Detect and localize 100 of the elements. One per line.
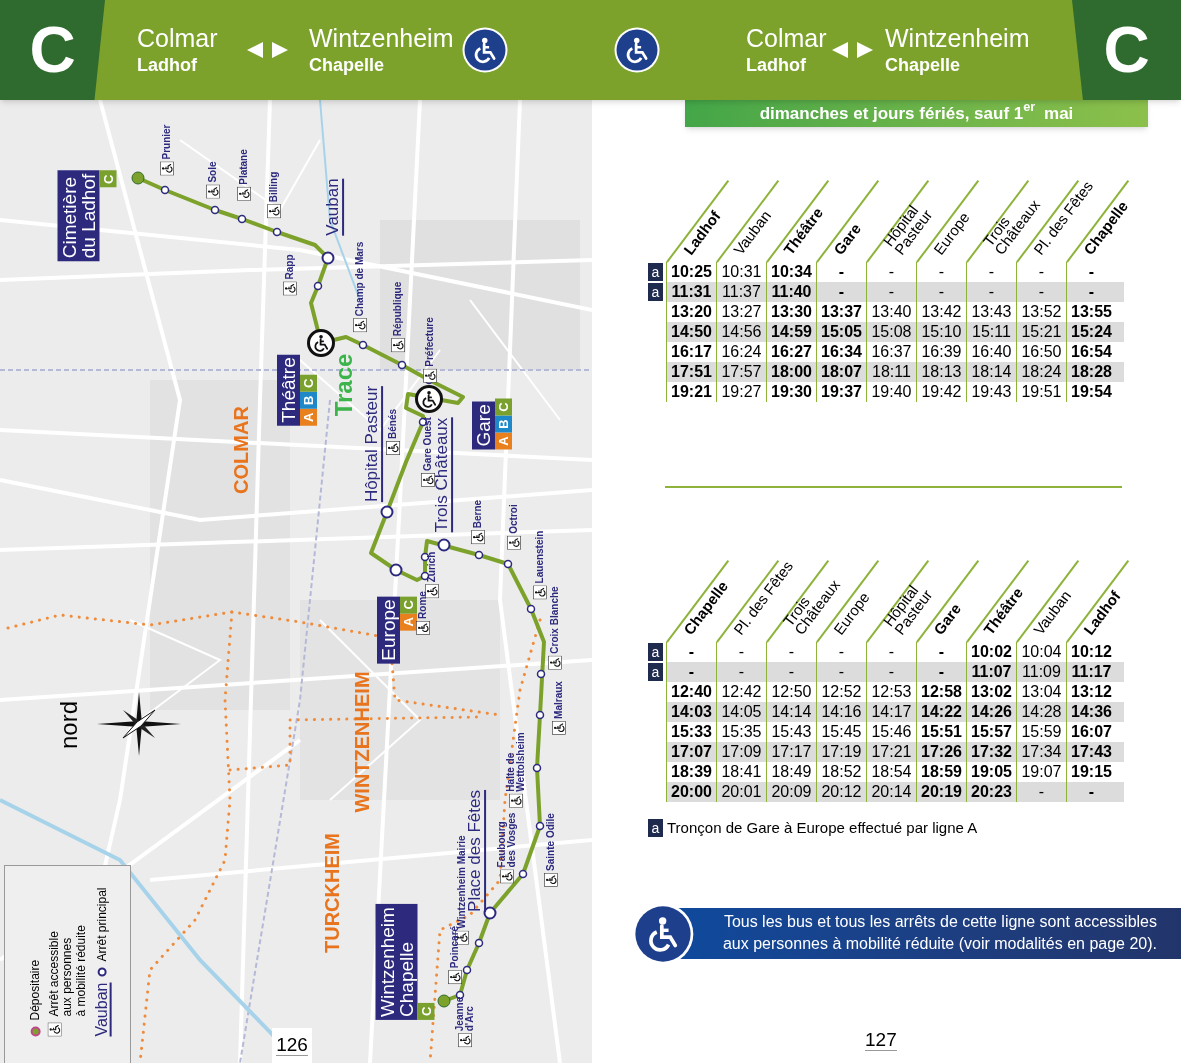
time-cell: 18:39 bbox=[671, 764, 712, 780]
time-cell: 16:34 bbox=[821, 344, 862, 360]
time-cell: 19:54 bbox=[1071, 384, 1112, 400]
main-stop-marker bbox=[389, 563, 403, 577]
time-cell: 20:14 bbox=[871, 784, 912, 800]
stop-label: Sole bbox=[208, 161, 218, 183]
stop-label: Octroi bbox=[509, 504, 519, 534]
time-cell: 15:35 bbox=[721, 724, 762, 740]
stop-marker bbox=[535, 710, 545, 720]
time-cell: 13:02 bbox=[971, 684, 1012, 700]
time-cell: 17:19 bbox=[821, 744, 862, 760]
time-cell: - bbox=[1038, 284, 1045, 300]
time-cell: - bbox=[1088, 784, 1095, 800]
time-cell: 19:43 bbox=[971, 384, 1012, 400]
footnote-mark: a bbox=[648, 663, 663, 681]
time-cell: - bbox=[788, 664, 795, 680]
line-badge: C bbox=[1072, 0, 1181, 100]
time-cell: 19:40 bbox=[871, 384, 912, 400]
time-cell: 12:50 bbox=[771, 684, 812, 700]
main-stop-marker bbox=[380, 505, 394, 519]
time-cell: 19:21 bbox=[671, 384, 712, 400]
time-cell: 15:45 bbox=[821, 724, 862, 740]
time-cell: - bbox=[1088, 284, 1095, 300]
wheelchair-icon bbox=[544, 872, 558, 887]
main-stop-marker bbox=[321, 251, 335, 265]
wheelchair-icon bbox=[267, 204, 281, 219]
stop-label: Halte de Wettolsheim bbox=[506, 732, 526, 792]
time-cell: 17:21 bbox=[871, 744, 912, 760]
time-cell: 18:41 bbox=[721, 764, 762, 780]
time-cell: - bbox=[1038, 264, 1045, 280]
time-cell: 15:05 bbox=[821, 324, 862, 340]
line-badge: C bbox=[417, 1002, 435, 1020]
time-cell: 16:24 bbox=[721, 344, 762, 360]
footnote-mark: a bbox=[648, 819, 663, 838]
time-cell: 14:14 bbox=[771, 704, 812, 720]
time-cell: 19:27 bbox=[721, 384, 762, 400]
wheelchair-icon bbox=[500, 869, 514, 884]
time-cell: 12:40 bbox=[671, 684, 712, 700]
time-cell: 17:51 bbox=[671, 364, 712, 380]
time-cell: - bbox=[938, 264, 945, 280]
main-stop-label: Théâtre bbox=[277, 354, 300, 426]
stop-label: Wintzenheim Mairie bbox=[457, 835, 467, 929]
north-label: nord bbox=[54, 701, 82, 749]
time-cell: 19:37 bbox=[821, 384, 862, 400]
wheelchair-icon bbox=[47, 1022, 62, 1037]
time-cell: - bbox=[838, 664, 845, 680]
time-cell: 15:24 bbox=[1071, 324, 1112, 340]
time-cell: 16:07 bbox=[1071, 724, 1112, 740]
time-cell: 14:17 bbox=[871, 704, 912, 720]
wheelchair-icon bbox=[462, 27, 508, 73]
stop-label: Zurich bbox=[427, 551, 437, 583]
time-cell: 15:51 bbox=[921, 724, 962, 740]
page-number: 127 bbox=[865, 1029, 897, 1051]
time-cell: 14:50 bbox=[671, 324, 712, 340]
town-label: COLMAR bbox=[230, 406, 252, 494]
time-cell: 11:37 bbox=[722, 284, 761, 300]
time-cell: 14:22 bbox=[921, 704, 962, 720]
time-cell: 20:23 bbox=[971, 784, 1012, 800]
time-cell: 14:56 bbox=[721, 324, 762, 340]
time-cell: 12:52 bbox=[821, 684, 862, 700]
time-cell: 18:28 bbox=[1071, 364, 1112, 380]
stop-label: Croix Blanche bbox=[550, 586, 560, 654]
time-cell: - bbox=[938, 644, 945, 660]
line-badge: C bbox=[495, 398, 512, 416]
stop-marker bbox=[535, 821, 545, 831]
time-cell: 13:20 bbox=[671, 304, 712, 320]
time-cell: - bbox=[738, 664, 745, 680]
time-cell: 17:32 bbox=[971, 744, 1012, 760]
stop-label: Bénés bbox=[388, 409, 398, 439]
time-cell: 18:14 bbox=[971, 364, 1012, 380]
time-cell: 19:30 bbox=[771, 384, 812, 400]
time-cell: 15:21 bbox=[1021, 324, 1062, 340]
time-cell: 19:15 bbox=[1071, 764, 1112, 780]
stop-label: Prunier bbox=[162, 124, 172, 160]
time-cell: 11:31 bbox=[671, 284, 712, 300]
time-cell: 15:43 bbox=[771, 724, 812, 740]
wheelchair-icon bbox=[391, 338, 405, 353]
time-cell: - bbox=[988, 264, 995, 280]
stop-label: Champ de Mars bbox=[355, 241, 365, 317]
time-cell: - bbox=[688, 664, 695, 680]
wheelchair-icon bbox=[548, 655, 562, 670]
time-cell: 15:59 bbox=[1021, 724, 1062, 740]
time-cell: 13:40 bbox=[871, 304, 912, 320]
stop-marker bbox=[526, 604, 536, 614]
time-cell: - bbox=[688, 644, 695, 660]
time-cell: 17:43 bbox=[1071, 744, 1112, 760]
wheelchair-icon bbox=[353, 318, 367, 333]
stop-label: Gare Ouest bbox=[423, 417, 433, 471]
time-cell: 16:50 bbox=[1021, 344, 1062, 360]
stop-label: Rome bbox=[418, 591, 428, 619]
stop-marker bbox=[237, 214, 247, 224]
stop-label: Jeanne d'Arc bbox=[455, 996, 475, 1032]
stop-marker bbox=[272, 227, 282, 237]
terminus-marker bbox=[131, 171, 145, 185]
time-cell: 10:12 bbox=[1071, 644, 1112, 660]
stop-marker bbox=[503, 559, 513, 569]
time-cell: 14:59 bbox=[771, 324, 812, 340]
wheelchair-icon bbox=[552, 720, 566, 735]
direction-arrows-icon bbox=[830, 41, 875, 59]
wheelchair-icon bbox=[237, 186, 251, 201]
